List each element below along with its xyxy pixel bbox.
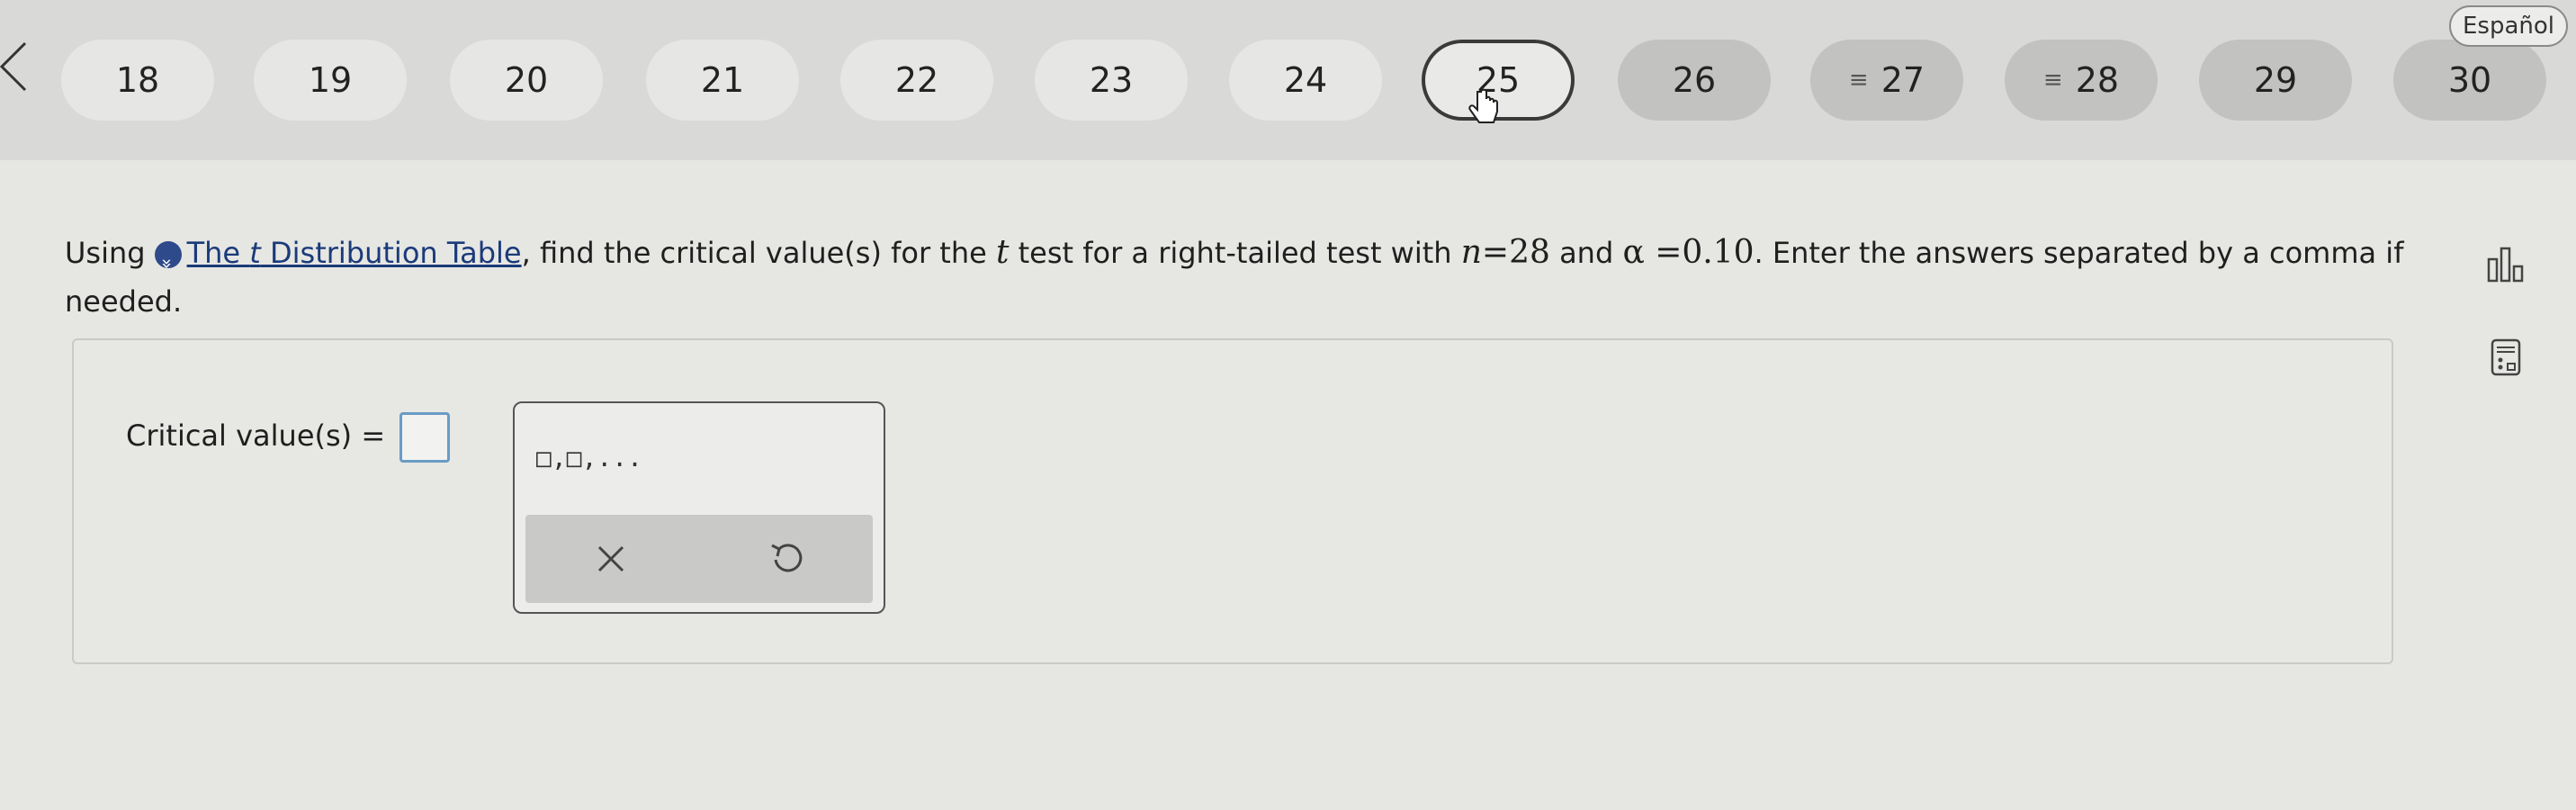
link-t-symbol: t: [249, 236, 261, 270]
question-28-button[interactable]: ≡ 28: [2005, 40, 2158, 121]
question-part: , find the critical value(s) for the: [521, 236, 996, 270]
undo-icon[interactable]: [765, 536, 810, 581]
question-number: 18: [115, 60, 160, 100]
question-number: 21: [700, 60, 745, 100]
question-29-button[interactable]: 29: [2199, 40, 2352, 121]
question-23-button[interactable]: 23: [1035, 40, 1188, 121]
link-text: The: [186, 236, 250, 270]
question-text: Using The t Distribution Table, find the …: [65, 229, 2422, 326]
palette-action-bar: [525, 515, 873, 603]
question-part: test for a right-tailed test with: [1009, 236, 1461, 270]
question-number: 23: [1089, 60, 1134, 100]
language-label: Español: [2462, 13, 2555, 40]
question-21-button[interactable]: 21: [646, 40, 799, 121]
critical-value-input[interactable]: [399, 412, 450, 463]
question-26-button[interactable]: 26: [1618, 40, 1771, 121]
question-number: 28: [2075, 60, 2120, 100]
partial-lines-icon: ≡: [1848, 67, 1869, 94]
question-number: 26: [1672, 60, 1717, 100]
question-nav-bar: 18 19 20 21 22 23 24 25 26 ≡ 27 ≡ 28 29 30…: [0, 0, 2576, 160]
question-22-button[interactable]: 22: [840, 40, 993, 121]
t-symbol: t: [995, 234, 1010, 271]
question-20-button[interactable]: 20: [450, 40, 603, 121]
question-27-button[interactable]: ≡ 27: [1810, 40, 1963, 121]
question-30-button[interactable]: 30: [2393, 40, 2546, 121]
question-19-button[interactable]: 19: [254, 40, 407, 121]
question-number: 20: [504, 60, 549, 100]
language-button[interactable]: Español: [2449, 5, 2568, 47]
question-18-button[interactable]: 18: [61, 40, 214, 121]
question-part: and: [1549, 236, 1623, 270]
question-number: 19: [308, 60, 353, 100]
question-number: 27: [1880, 60, 1925, 100]
math-palette-popup: □,□,...: [513, 401, 885, 614]
question-24-button[interactable]: 24: [1229, 40, 1382, 121]
n-symbol: n: [1460, 234, 1482, 271]
partial-lines-icon: ≡: [2042, 67, 2063, 94]
question-number: 29: [2253, 60, 2298, 100]
alpha-value: =0.10: [1644, 234, 1755, 271]
answer-panel: [72, 338, 2393, 664]
expand-info-icon[interactable]: [154, 241, 182, 268]
n-value: =28: [1481, 234, 1550, 271]
list-template-button[interactable]: □,□,...: [536, 443, 642, 472]
critical-value-label: Critical value(s) =: [126, 418, 386, 453]
calculator-icon[interactable]: [2485, 337, 2527, 378]
link-text: Distribution Table: [260, 236, 522, 270]
alpha-symbol: α: [1622, 234, 1645, 271]
question-prefix: Using: [65, 236, 146, 270]
t-distribution-table-link[interactable]: The t Distribution Table: [187, 236, 522, 270]
hand-cursor-icon: [1468, 88, 1498, 123]
question-number: 22: [894, 60, 939, 100]
bar-chart-icon[interactable]: [2485, 243, 2527, 284]
question-number: 30: [2447, 60, 2492, 100]
clear-x-icon[interactable]: [588, 536, 633, 581]
chevron-left-icon[interactable]: [0, 40, 40, 94]
question-number: 24: [1283, 60, 1328, 100]
